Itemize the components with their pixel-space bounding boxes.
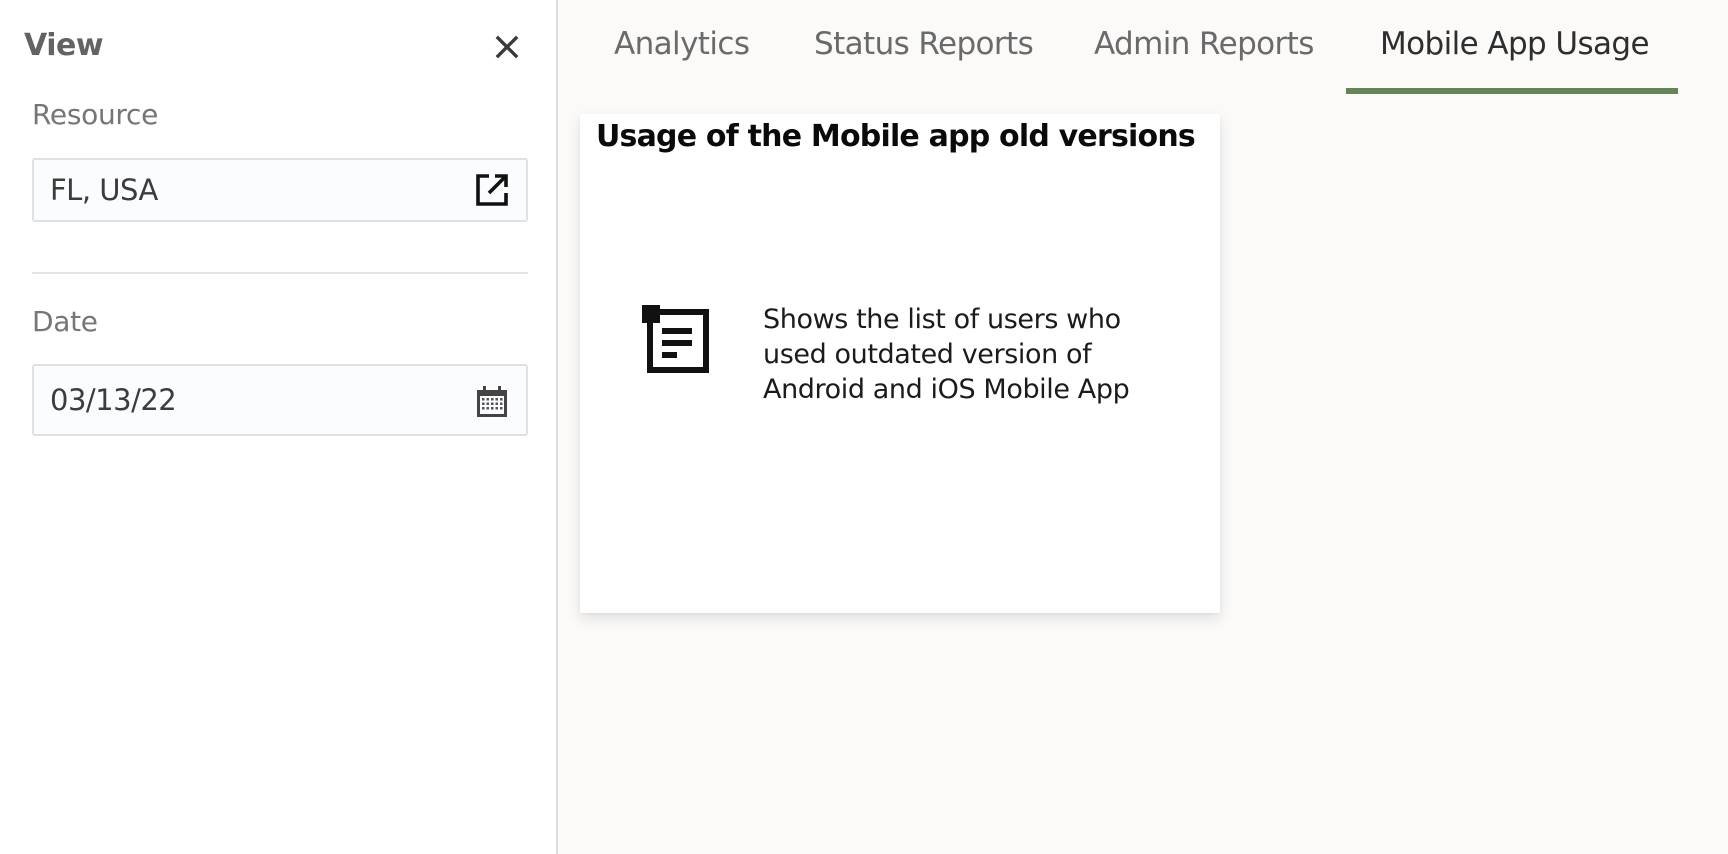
view-panel: View Resource FL, USA Date 03/13/22 [0, 0, 558, 854]
date-label: Date [32, 305, 98, 338]
panel-title: View [24, 28, 104, 63]
external-link-button[interactable] [476, 174, 508, 210]
date-field[interactable]: 03/13/22 [32, 364, 528, 436]
resource-label: Resource [32, 98, 159, 131]
resource-value: FL, USA [50, 173, 158, 207]
calendar-icon [477, 386, 507, 417]
active-tab-indicator [1346, 88, 1678, 94]
close-icon [495, 35, 519, 59]
card-title: Usage of the Mobile app old versions [596, 119, 1196, 154]
card-description: Shows the list of users who used outdate… [763, 304, 1130, 405]
external-link-icon [476, 174, 508, 206]
tab-admin-reports[interactable]: Admin Reports [1094, 26, 1314, 62]
report-document-icon [642, 305, 709, 373]
calendar-button[interactable] [476, 386, 508, 422]
report-card[interactable]: Usage of the Mobile app old versions Sho… [580, 114, 1220, 613]
divider [32, 272, 528, 274]
tab-bar: Analytics Status Reports Admin Reports M… [558, 0, 1728, 96]
date-value: 03/13/22 [50, 383, 177, 417]
tab-status-reports[interactable]: Status Reports [814, 26, 1034, 62]
tab-analytics[interactable]: Analytics [614, 26, 750, 62]
tab-mobile-app-usage[interactable]: Mobile App Usage [1380, 26, 1650, 62]
resource-field[interactable]: FL, USA [32, 158, 528, 222]
close-button[interactable] [494, 34, 520, 60]
